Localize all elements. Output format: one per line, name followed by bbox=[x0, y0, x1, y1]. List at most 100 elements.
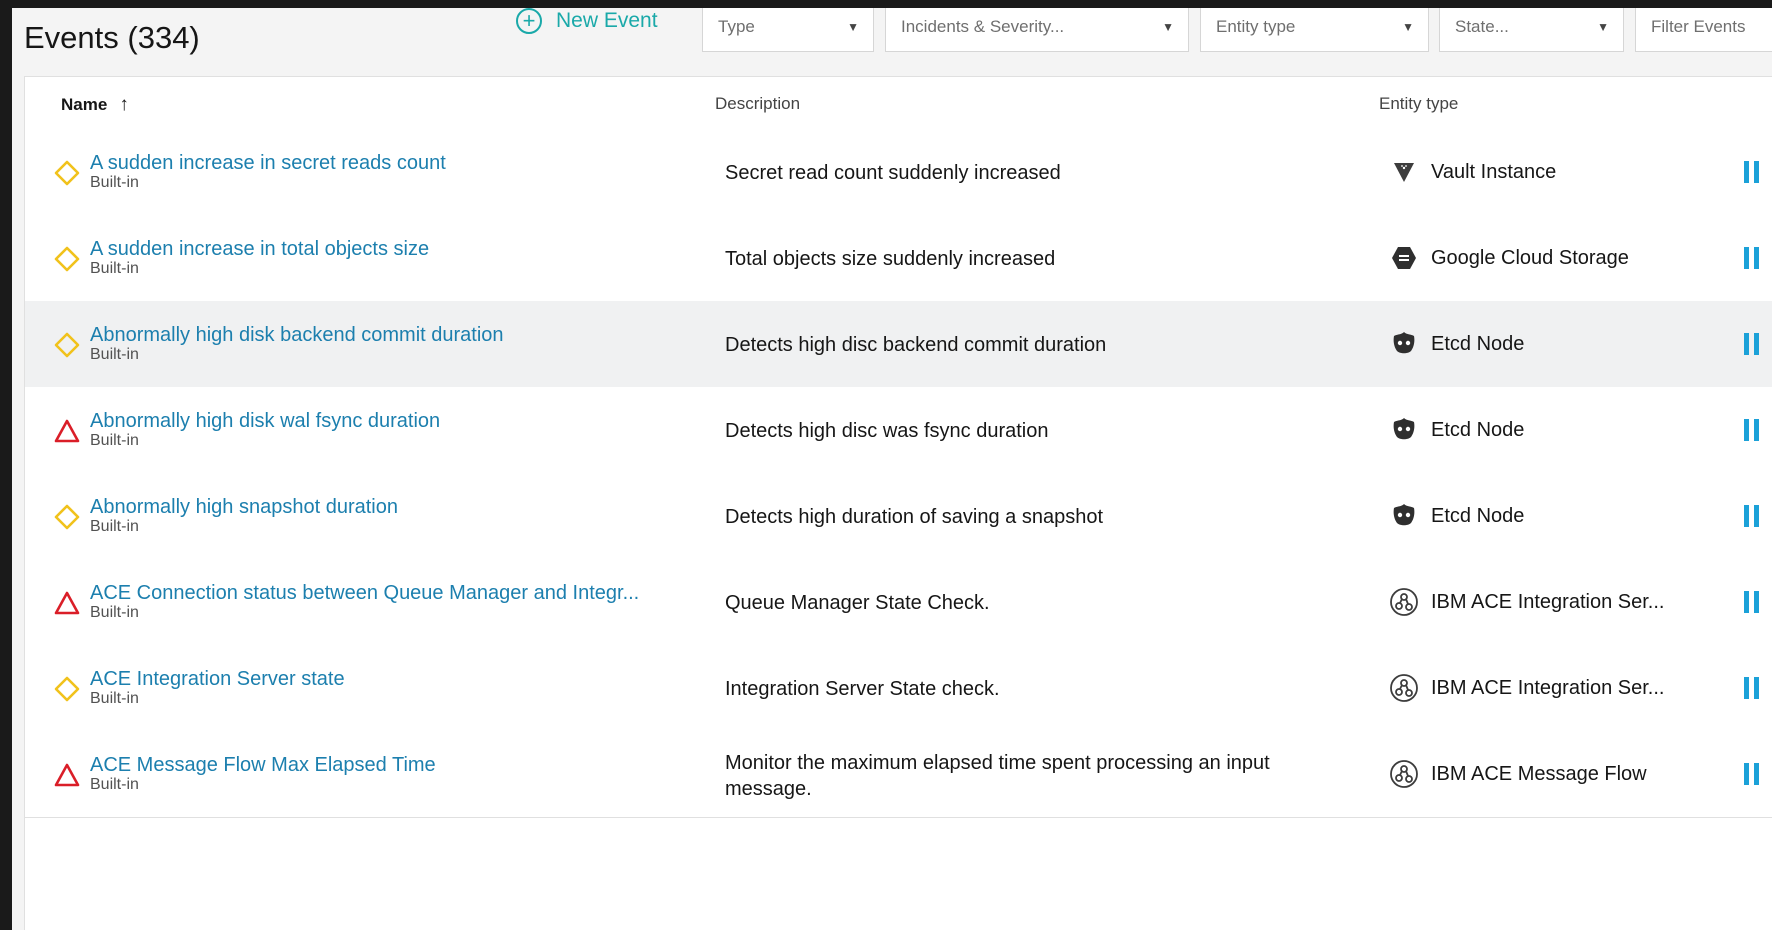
warning-diamond-icon bbox=[53, 245, 81, 273]
caret-down-icon: ▼ bbox=[1402, 20, 1414, 34]
entity-type-label: Etcd Node bbox=[1431, 332, 1525, 355]
event-origin-label: Built-in bbox=[90, 260, 139, 277]
add-circle-icon: + bbox=[516, 8, 542, 34]
event-description: Queue Manager State Check. bbox=[725, 592, 990, 614]
ibm-ace-icon bbox=[1389, 587, 1419, 617]
warning-diamond-icon bbox=[53, 503, 81, 531]
entity-type-label: IBM ACE Message Flow bbox=[1431, 762, 1647, 785]
event-name-cell: ACE Connection status between Queue Mana… bbox=[90, 582, 639, 622]
pause-icon[interactable] bbox=[1744, 763, 1760, 785]
pause-icon[interactable] bbox=[1744, 161, 1760, 183]
caret-down-icon: ▼ bbox=[1597, 20, 1609, 34]
table-row[interactable]: ACE Connection status between Queue Mana… bbox=[25, 559, 1772, 646]
event-name-cell: Abnormally high snapshot duration Built-i… bbox=[90, 496, 398, 536]
cloud-storage-icon bbox=[1389, 243, 1419, 273]
event-name-link[interactable]: Abnormally high disk wal fsync duration bbox=[90, 410, 440, 433]
etcd-icon bbox=[1389, 415, 1419, 445]
entity-type-cell: Etcd Node bbox=[1389, 415, 1524, 445]
event-name-link[interactable]: ACE Integration Server state bbox=[90, 668, 345, 691]
critical-triangle-icon bbox=[53, 761, 81, 789]
event-description: Monitor the maximum elapsed time spent p… bbox=[725, 752, 1270, 800]
type-filter[interactable]: Type ▼ bbox=[702, 8, 874, 52]
event-name-link[interactable]: A sudden increase in secret reads count bbox=[90, 152, 446, 175]
event-name-cell: Abnormally high disk wal fsync duration B… bbox=[90, 410, 440, 450]
sort-ascending-icon: ↑ bbox=[119, 94, 129, 115]
event-origin-label: Built-in bbox=[90, 174, 139, 191]
warning-diamond-icon bbox=[53, 675, 81, 703]
entity-type-cell: IBM ACE Integration Ser... bbox=[1389, 673, 1664, 703]
table-row[interactable]: A sudden increase in total objects size B… bbox=[25, 215, 1772, 302]
entity-type-label: Etcd Node bbox=[1431, 418, 1525, 441]
event-description: Total objects size suddenly increased bbox=[725, 248, 1056, 270]
table-header: Name ↑ Description Entity type bbox=[25, 77, 1772, 130]
caret-down-icon: ▼ bbox=[847, 20, 859, 34]
pause-icon[interactable] bbox=[1744, 247, 1760, 269]
entity-type-label: Etcd Node bbox=[1431, 504, 1525, 527]
entity-type-cell: IBM ACE Integration Ser... bbox=[1389, 587, 1664, 617]
table-row[interactable]: A sudden increase in secret reads count B… bbox=[25, 129, 1772, 216]
severity-filter[interactable]: Incidents & Severity... ▼ bbox=[885, 8, 1189, 52]
critical-triangle-icon bbox=[53, 417, 81, 445]
table-row[interactable]: ACE Integration Server state Built-in Inte… bbox=[25, 645, 1772, 732]
entity-type-cell: IBM ACE Message Flow bbox=[1389, 759, 1647, 789]
entity-type-filter[interactable]: Entity type ▼ bbox=[1200, 8, 1429, 52]
critical-triangle-icon bbox=[53, 589, 81, 617]
event-description: Detects high disc was fsync duration bbox=[725, 420, 1049, 442]
ibm-ace-icon bbox=[1389, 673, 1419, 703]
event-name-link[interactable]: ACE Connection status between Queue Mana… bbox=[90, 582, 639, 605]
event-name-link[interactable]: ACE Message Flow Max Elapsed Time bbox=[90, 754, 436, 777]
pause-icon[interactable] bbox=[1744, 591, 1760, 613]
event-origin-label: Built-in bbox=[90, 776, 139, 793]
event-name-cell: ACE Integration Server state Built-in bbox=[90, 668, 345, 708]
filter-events-input[interactable]: Filter Events bbox=[1635, 8, 1772, 52]
warning-diamond-icon bbox=[53, 159, 81, 187]
entity-type-label: IBM ACE Integration Ser... bbox=[1431, 590, 1665, 613]
event-name-link[interactable]: Abnormally high disk backend commit dura… bbox=[90, 324, 504, 347]
entity-type-cell: Etcd Node bbox=[1389, 329, 1524, 359]
event-name-cell: Abnormally high disk backend commit dura… bbox=[90, 324, 504, 364]
event-name-cell: ACE Message Flow Max Elapsed Time Built-i… bbox=[90, 754, 436, 794]
event-origin-label: Built-in bbox=[90, 690, 139, 707]
event-name-cell: A sudden increase in secret reads count B… bbox=[90, 152, 446, 192]
event-origin-label: Built-in bbox=[90, 346, 139, 363]
entity-type-cell: Etcd Node bbox=[1389, 501, 1524, 531]
pause-icon[interactable] bbox=[1744, 505, 1760, 527]
event-origin-label: Built-in bbox=[90, 518, 139, 535]
event-description: Detects high disc backend commit duratio… bbox=[725, 334, 1107, 356]
table-row[interactable]: Abnormally high disk backend commit dura… bbox=[25, 301, 1772, 388]
event-description: Integration Server State check. bbox=[725, 678, 1000, 700]
event-name-link[interactable]: Abnormally high snapshot duration bbox=[90, 496, 398, 519]
events-page: Events (334) + New Event Type ▼ Incident… bbox=[12, 8, 1772, 930]
entity-type-cell: Google Cloud Storage bbox=[1389, 243, 1629, 273]
entity-type-cell: Vault Instance bbox=[1389, 157, 1556, 187]
pause-icon[interactable] bbox=[1744, 677, 1760, 699]
table-row[interactable]: Abnormally high disk wal fsync duration B… bbox=[25, 387, 1772, 474]
entity-type-label: Vault Instance bbox=[1431, 160, 1557, 183]
pause-icon[interactable] bbox=[1744, 333, 1760, 355]
event-description: Detects high duration of saving a snapsh… bbox=[725, 506, 1104, 528]
warning-diamond-icon bbox=[53, 331, 81, 359]
state-filter[interactable]: State... ▼ bbox=[1439, 8, 1624, 52]
name-column-header[interactable]: Name ↑ bbox=[61, 94, 129, 116]
entity-type-label: IBM ACE Integration Ser... bbox=[1431, 676, 1665, 699]
page-title: Events (334) bbox=[24, 20, 200, 55]
table-row[interactable]: ACE Message Flow Max Elapsed Time Built-i… bbox=[25, 731, 1772, 818]
ibm-ace-icon bbox=[1389, 759, 1419, 789]
description-column-header[interactable]: Description bbox=[715, 94, 800, 114]
entity-type-column-header[interactable]: Entity type bbox=[1379, 94, 1458, 114]
etcd-icon bbox=[1389, 329, 1419, 359]
event-name-cell: A sudden increase in total objects size B… bbox=[90, 238, 429, 278]
vault-icon bbox=[1389, 157, 1419, 187]
etcd-icon bbox=[1389, 501, 1419, 531]
entity-type-label: Google Cloud Storage bbox=[1431, 246, 1629, 269]
event-description: Secret read count suddenly increased bbox=[725, 162, 1061, 184]
events-table: Name ↑ Description Entity type A sudden i… bbox=[24, 76, 1772, 930]
table-row[interactable]: Abnormally high snapshot duration Built-i… bbox=[25, 473, 1772, 560]
pause-icon[interactable] bbox=[1744, 419, 1760, 441]
caret-down-icon: ▼ bbox=[1162, 20, 1174, 34]
new-event-label: New Event bbox=[556, 9, 658, 32]
event-origin-label: Built-in bbox=[90, 432, 139, 449]
event-name-link[interactable]: A sudden increase in total objects size bbox=[90, 238, 429, 261]
new-event-button[interactable]: + New Event bbox=[516, 8, 658, 34]
event-origin-label: Built-in bbox=[90, 604, 139, 621]
